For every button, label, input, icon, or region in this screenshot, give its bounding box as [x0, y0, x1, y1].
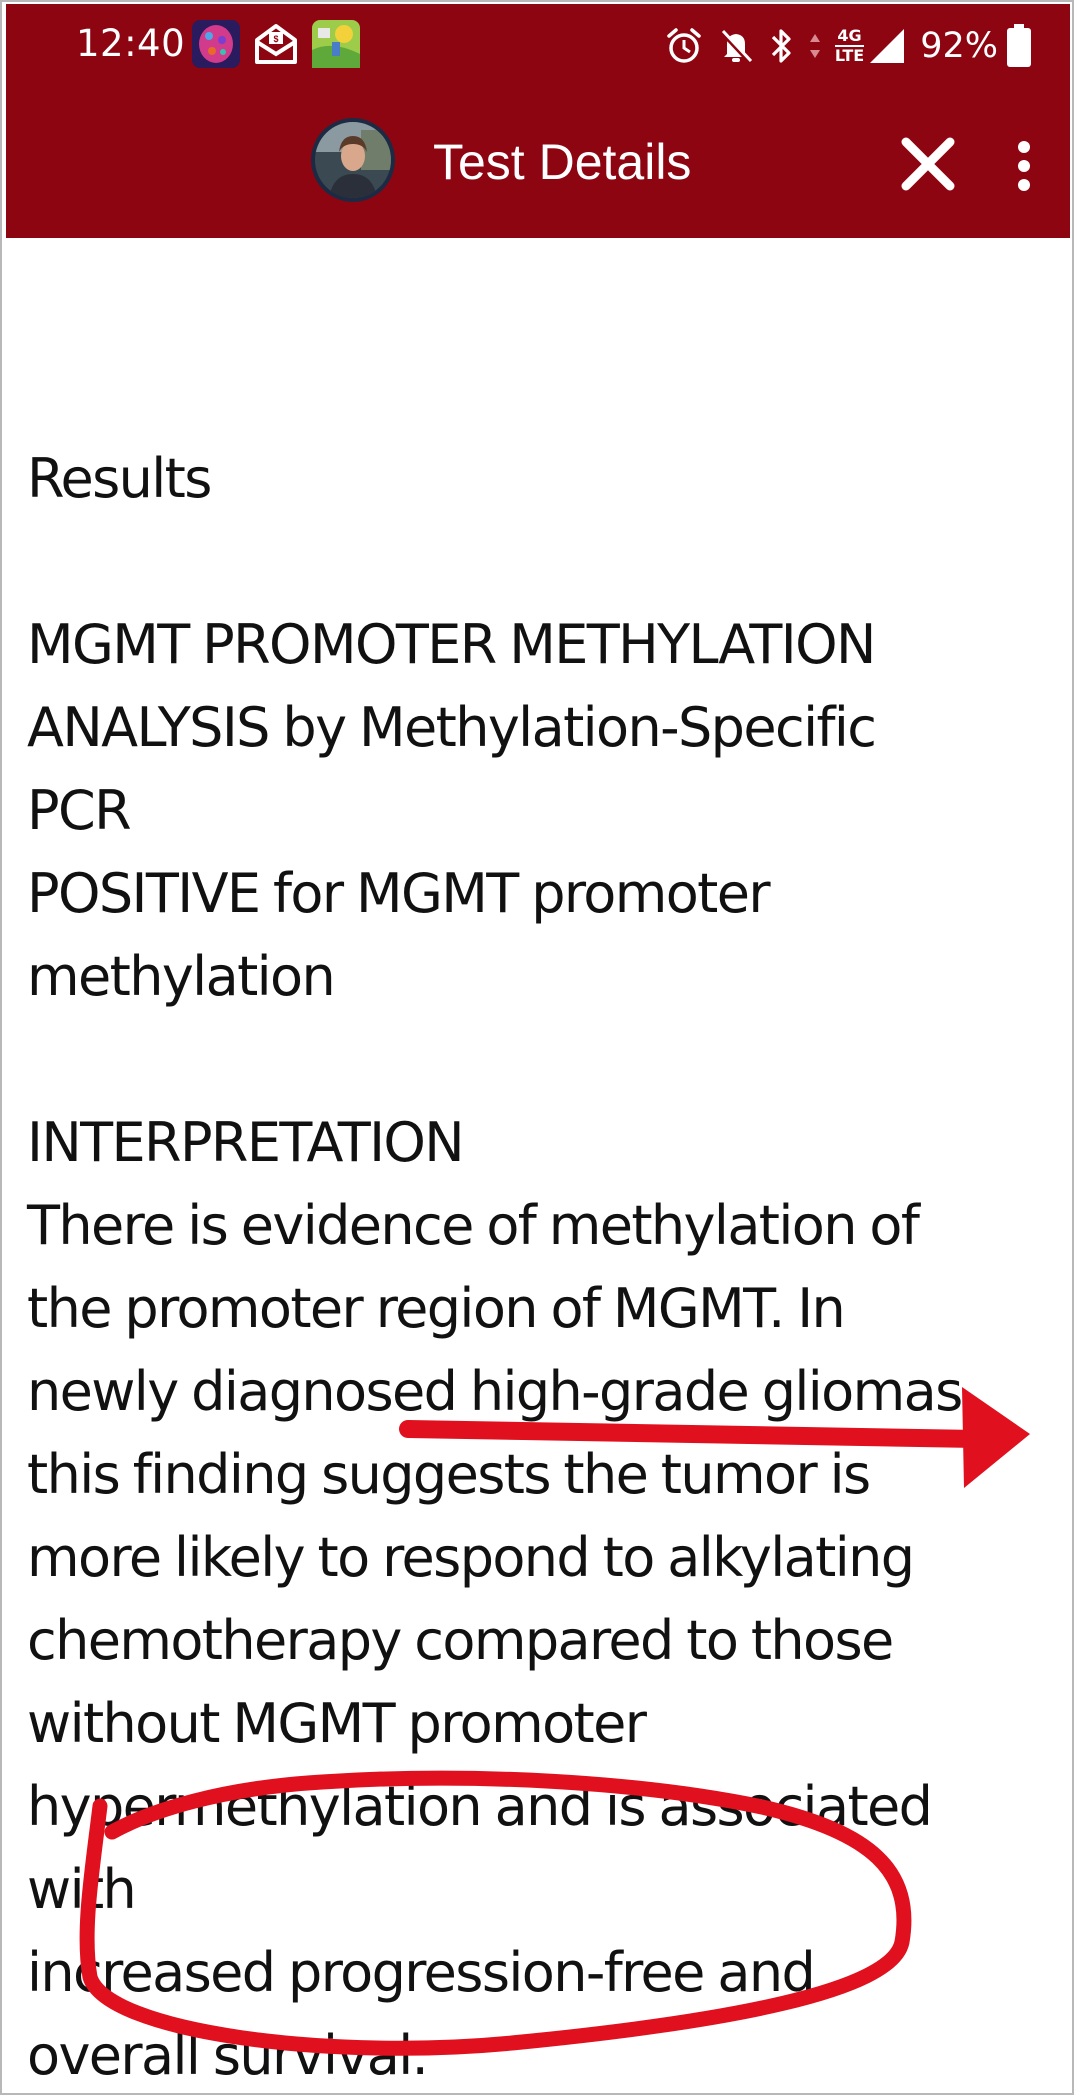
svg-text:$: $: [273, 34, 278, 44]
test-name-line: ANALYSIS by Methylation-Specific: [27, 696, 877, 759]
battery-icon: [1007, 24, 1031, 67]
interpretation-line: this finding suggests the tumor is: [27, 1443, 871, 1506]
interpretation-line: with: [27, 1858, 137, 1921]
data-arrows-icon: [809, 34, 820, 58]
test-name-line: PCR: [27, 779, 132, 842]
notifications-off-icon: [719, 29, 752, 64]
interpretation-line: newly diagnosed high-grade gliomas,: [27, 1360, 979, 1423]
results-heading: Results: [27, 447, 212, 510]
status-right-group: 4G LTE 92%: [665, 18, 1032, 74]
close-button[interactable]: [896, 132, 960, 196]
network-generation: 4G: [837, 26, 862, 45]
result-line: POSITIVE for MGMT promoter: [27, 862, 771, 925]
interpretation-heading: INTERPRETATION: [27, 1111, 465, 1174]
page-title: Test Details: [433, 134, 692, 190]
profile-avatar[interactable]: [311, 118, 395, 202]
network-type: 4G LTE: [834, 26, 865, 65]
result-line: methylation: [27, 945, 336, 1008]
more-vert-icon: [1018, 141, 1030, 191]
app-header: 12:40 $ 4G LTE 92% Test Details: [6, 4, 1070, 238]
interpretation-line: without MGMT promoter: [27, 1692, 647, 1755]
screenshot-frame: 12:40 $ 4G LTE 92% Test Details Results …: [0, 0, 1074, 2095]
brain-app-icon: [192, 20, 240, 68]
interpretation-line: more likely to respond to alkylating: [27, 1526, 915, 1589]
interpretation-line: There is evidence of methylation of: [27, 1194, 920, 1257]
report-content: Results MGMT PROMOTER METHYLATION ANALYS…: [27, 437, 1067, 2093]
maps-app-icon: [312, 20, 360, 68]
interpretation-line: increased progression-free and: [27, 1941, 816, 2004]
battery-percent: 92%: [920, 26, 998, 66]
interpretation-line: chemotherapy compared to those: [27, 1609, 894, 1672]
network-lte: LTE: [834, 45, 865, 65]
close-icon: [901, 137, 955, 191]
interpretation-line: overall survival.: [27, 2024, 429, 2087]
bluetooth-icon: [771, 29, 791, 63]
overflow-menu-button[interactable]: [1006, 134, 1042, 198]
status-time: 12:40: [76, 22, 186, 65]
alarm-icon: [667, 28, 701, 63]
interpretation-line: the promoter region of MGMT. In: [27, 1277, 846, 1340]
avatar-photo: [315, 122, 391, 198]
interpretation-line: hypermethylation and is associated: [27, 1775, 933, 1838]
test-name-line: MGMT PROMOTER METHYLATION: [27, 613, 876, 676]
mail-app-icon: $: [255, 24, 297, 64]
signal-icon: [870, 29, 905, 63]
